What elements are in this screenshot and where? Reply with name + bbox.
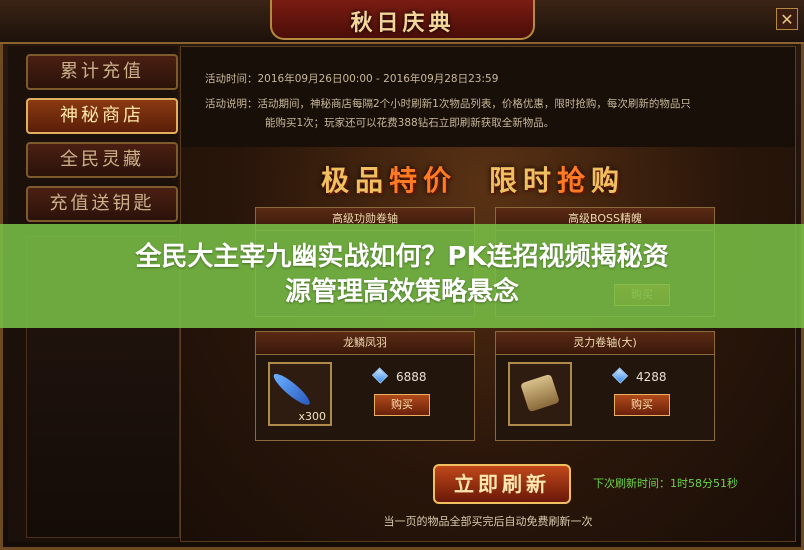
sidebar-item-mystery-shop[interactable]: 神秘商店	[26, 98, 178, 134]
headline-line2: 源管理高效策略悬念	[284, 277, 519, 307]
next-refresh-label: 下次刷新时间：	[593, 477, 670, 490]
title-plate: 秋日庆典	[270, 0, 535, 40]
banner-word-limited: 限时	[489, 164, 558, 197]
event-desc: 活动说明：活动期间，神秘商店每隔2个小时刷新1次物品列表，价格优惠，限时抢购，每…	[205, 96, 691, 111]
banner-title-right: 限时抢购	[489, 159, 625, 199]
shop-item-name: 灵力卷轴(大)	[496, 332, 714, 355]
diamond-icon	[371, 367, 389, 384]
refresh-now-button[interactable]: 立即刷新	[433, 464, 571, 504]
price-value: 6888	[396, 370, 427, 384]
window-title: 秋日庆典	[350, 10, 455, 36]
banner-title-left: 极品特价	[321, 159, 457, 199]
scroll-icon	[520, 373, 560, 413]
shop-item-card: 龙鳞凤羽 x300 6888 购买	[255, 331, 475, 441]
banner-word-buy: 购	[591, 164, 626, 197]
price-value: 4288	[636, 370, 667, 384]
buy-button[interactable]: 购买	[374, 394, 430, 416]
shop-item-card: 灵力卷轴(大) 4288 购买	[495, 331, 715, 441]
diamond-icon	[611, 367, 629, 384]
banner-word-special: 特价	[389, 164, 458, 197]
headline-line1: 全民大主宰九幽实战如何？PK连招视频揭秘资	[135, 242, 669, 272]
headline-text: 全民大主宰九幽实战如何？PK连招视频揭秘资 源管理高效策略悬念	[0, 240, 804, 310]
event-desc-label: 活动说明：	[205, 98, 258, 110]
event-desc-line1: 活动期间，神秘商店每隔2个小时刷新1次物品列表，价格优惠，限时抢购，每次刷新的物…	[257, 98, 691, 110]
item-price: 6888	[371, 367, 427, 384]
sidebar-item-recharge-key[interactable]: 充值送钥匙	[26, 186, 178, 222]
banner-word-premium: 极品	[321, 164, 390, 197]
event-time-value: 2016年09月26日00:00 - 2016年09月28日23:59	[257, 73, 499, 85]
event-time-label: 活动时间：	[205, 73, 258, 85]
banner-word-grab: 抢	[557, 164, 592, 197]
item-count: x300	[298, 410, 326, 423]
item-price: 4288	[611, 367, 667, 384]
auto-refresh-note: 当一页的物品全部买完后自动免费刷新一次	[383, 515, 593, 528]
title-bar: 秋日庆典 ✕	[0, 0, 804, 44]
item-icon-scroll[interactable]	[508, 362, 572, 426]
event-time: 活动时间：2016年09月26日00:00 - 2016年09月28日23:59	[205, 71, 498, 86]
feather-icon	[270, 370, 314, 409]
buy-button[interactable]: 购买	[614, 394, 670, 416]
event-desc-line2: 能购买1次；玩家还可以花费388钻石立即刷新获取全新物品。	[265, 117, 555, 129]
sidebar-item-cumulative-recharge[interactable]: 累计充值	[26, 54, 178, 90]
sidebar-item-treasure[interactable]: 全民灵藏	[26, 142, 178, 178]
item-icon-feather[interactable]: x300	[268, 362, 332, 426]
next-refresh-timer: 下次刷新时间：1时58分51秒	[593, 475, 738, 491]
next-refresh-value: 1时58分51秒	[670, 477, 738, 490]
close-button[interactable]: ✕	[776, 8, 798, 30]
shop-item-name: 龙鳞凤羽	[256, 332, 474, 355]
